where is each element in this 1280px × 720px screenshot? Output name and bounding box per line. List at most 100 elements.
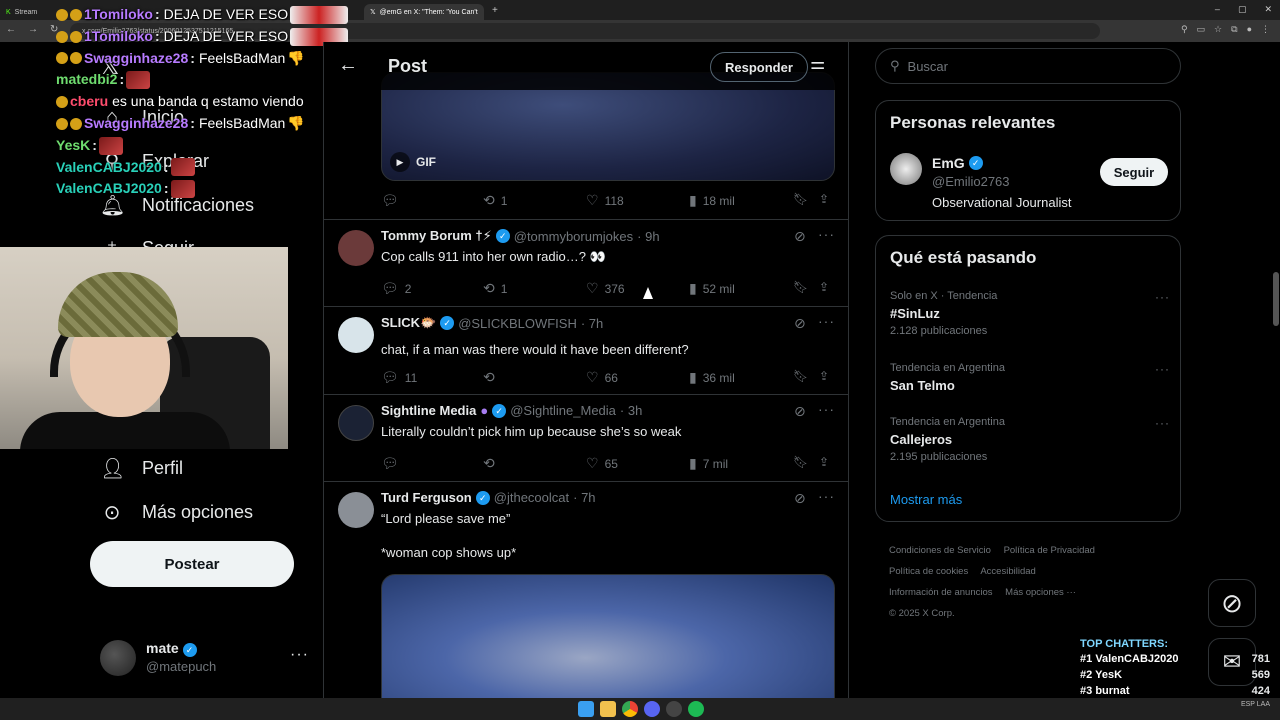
zoom-icon[interactable]: ⚲ [1181, 24, 1188, 35]
back-arrow-icon[interactable]: ← [338, 54, 358, 77]
author-name[interactable]: Tommy Borum †⚡ [381, 228, 492, 244]
retweet-action[interactable]: ⟲ 1 [483, 280, 507, 297]
views-action[interactable]: ▮ 52 mil [689, 280, 735, 297]
extension-icon[interactable]: ⧉ [1231, 24, 1237, 35]
bookmark-icon[interactable]: 🔖︎ [793, 280, 808, 294]
profile-icon[interactable]: ● [1247, 24, 1252, 35]
author-handle[interactable]: @jthecoolcat [494, 490, 569, 505]
browser-tab-x-post[interactable]: 𝕏 @emG en X: "Them: 'You Can't × [364, 4, 484, 20]
avatar[interactable] [338, 230, 374, 266]
author-name[interactable]: SLICK🐡 [381, 315, 436, 331]
like-action[interactable]: ♡ 376 [586, 280, 625, 297]
trend-item[interactable]: Tendencia en Argentina San Telmo ··· [890, 362, 1170, 393]
retweet-action[interactable]: ⟲ [483, 369, 501, 386]
forward-arrow-icon[interactable]: → [28, 24, 38, 35]
grok-icon[interactable]: ⊘ [794, 403, 806, 420]
follow-button[interactable]: Seguir [1100, 158, 1168, 186]
chrome-icon[interactable] [622, 701, 638, 717]
share-icon[interactable]: ⇪ [819, 280, 829, 294]
like-action[interactable]: ♡ 66 [586, 369, 618, 386]
author-handle[interactable]: @SLICKBLOWFISH [458, 316, 577, 331]
show-more-link[interactable]: Mostrar más [890, 492, 962, 507]
discord-icon[interactable] [644, 701, 660, 717]
like-action[interactable]: ♡ 118 [586, 192, 624, 209]
share-icon[interactable]: ⇪ [819, 369, 829, 383]
author-handle[interactable]: @Sightline_Media [510, 403, 616, 418]
bookmark-icon[interactable]: 🔖︎ [793, 192, 808, 206]
person-name-row[interactable]: EmG ✓ [932, 155, 983, 171]
avatar[interactable] [890, 153, 922, 185]
scrollbar[interactable] [1272, 42, 1280, 698]
language-indicator[interactable]: ESP LAA [1241, 701, 1270, 708]
more-icon[interactable]: ··· [818, 313, 835, 329]
more-icon[interactable]: ··· [290, 646, 309, 664]
person-handle[interactable]: @Emilio2763 [932, 174, 1010, 189]
grok-icon[interactable]: ⊘ [794, 228, 806, 245]
reply-action[interactable]: 💬︎ [381, 192, 405, 209]
footer-link[interactable]: Información de anuncios [889, 587, 993, 598]
retweet-action[interactable]: ⟲ [483, 455, 501, 472]
reply-tweet[interactable]: Tommy Borum †⚡ ✓ @tommyborumjokes · 9h ⊘… [324, 219, 848, 306]
views-action[interactable]: ▮ 7 mil [689, 455, 728, 472]
minimize-icon[interactable]: – [1215, 4, 1220, 15]
views-action[interactable]: ▮ 36 mil [689, 369, 735, 386]
more-icon[interactable]: ··· [818, 226, 835, 242]
avatar[interactable] [338, 405, 374, 441]
grok-icon[interactable]: ⊘ [794, 490, 806, 507]
more-icon[interactable]: ··· [1155, 290, 1170, 304]
share-icon[interactable]: ⇪ [819, 455, 829, 469]
play-icon[interactable]: ▶ [390, 152, 410, 172]
footer-link[interactable]: Política de cookies [889, 566, 968, 577]
browser-tab-stream[interactable]: K Stream [0, 4, 52, 20]
scroll-thumb[interactable] [1273, 272, 1279, 326]
nav-item-mas-opciones[interactable]: ⊙ Más opciones [100, 500, 253, 525]
reply-action[interactable]: 💬︎ 2 [381, 280, 411, 297]
obs-icon[interactable] [666, 701, 682, 717]
reply-action[interactable]: 💬︎ [381, 455, 405, 472]
reply-action[interactable]: 💬︎ 11 [381, 369, 417, 386]
tweet-time[interactable]: · 3h [620, 403, 642, 418]
account-switcher[interactable]: mate ✓ @matepuch ··· [100, 638, 310, 678]
like-action[interactable]: ♡ 65 [586, 455, 618, 472]
menu-dots-icon[interactable]: ⋮ [1261, 24, 1270, 35]
author-name[interactable]: Sightline Media [381, 403, 476, 418]
trend-item[interactable]: Tendencia en Argentina Callejeros 2.195 … [890, 416, 1170, 463]
nav-item-perfil[interactable]: 👤︎ Perfil [100, 456, 183, 481]
star-icon[interactable]: ☆ [1214, 24, 1222, 35]
new-tab-icon[interactable]: + [492, 5, 498, 16]
reply-tweet[interactable]: Sightline Media ● ✓ @Sightline_Media · 3… [324, 394, 848, 481]
trend-item[interactable]: Solo en X · Tendencia #SinLuz 2.128 publ… [890, 290, 1170, 337]
more-icon[interactable]: ··· [1155, 416, 1170, 430]
share-icon[interactable]: ⇪ [819, 192, 829, 206]
cast-icon[interactable]: ▭ [1197, 24, 1206, 35]
back-arrow-icon[interactable]: ← [6, 24, 16, 35]
tweet-time[interactable]: · 7h [573, 490, 595, 505]
footer-link[interactable]: Condiciones de Servicio [889, 545, 991, 556]
avatar[interactable] [338, 492, 374, 528]
footer-link[interactable]: Más opciones ··· [1005, 587, 1076, 598]
more-icon[interactable]: ··· [1155, 362, 1170, 376]
more-icon[interactable]: ··· [818, 401, 835, 417]
more-icon[interactable]: ··· [818, 488, 835, 504]
search-input[interactable]: ⚲ Buscar [875, 48, 1181, 84]
sliders-icon[interactable]: ⚌ [810, 54, 825, 74]
author-name[interactable]: Turd Ferguson [381, 490, 472, 505]
author-handle[interactable]: @tommyborumjokes [514, 229, 633, 244]
retweet-action[interactable]: ⟲ 1 [483, 192, 507, 209]
spotify-icon[interactable] [688, 701, 704, 717]
file-explorer-icon[interactable] [600, 701, 616, 717]
reply-tweet[interactable]: SLICK🐡 ✓ @SLICKBLOWFISH · 7h ⊘ ··· chat,… [324, 306, 848, 394]
tweet-time[interactable]: · 7h [581, 316, 603, 331]
close-window-icon[interactable]: ✕ [1264, 4, 1272, 15]
tweet-time[interactable]: · 9h [637, 229, 659, 244]
grok-icon[interactable]: ⊘ [1208, 579, 1256, 627]
bookmark-icon[interactable]: 🔖︎ [793, 455, 808, 469]
maximize-icon[interactable]: ▢ [1238, 4, 1247, 15]
views-action[interactable]: ▮ 18 mil [689, 192, 735, 209]
windows-start-icon[interactable] [578, 701, 594, 717]
post-button[interactable]: Postear [90, 541, 294, 587]
bookmark-icon[interactable]: 🔖︎ [793, 369, 808, 383]
reply-button[interactable]: Responder [710, 52, 808, 82]
avatar[interactable] [338, 317, 374, 353]
footer-link[interactable]: Accesibilidad [980, 566, 1035, 577]
